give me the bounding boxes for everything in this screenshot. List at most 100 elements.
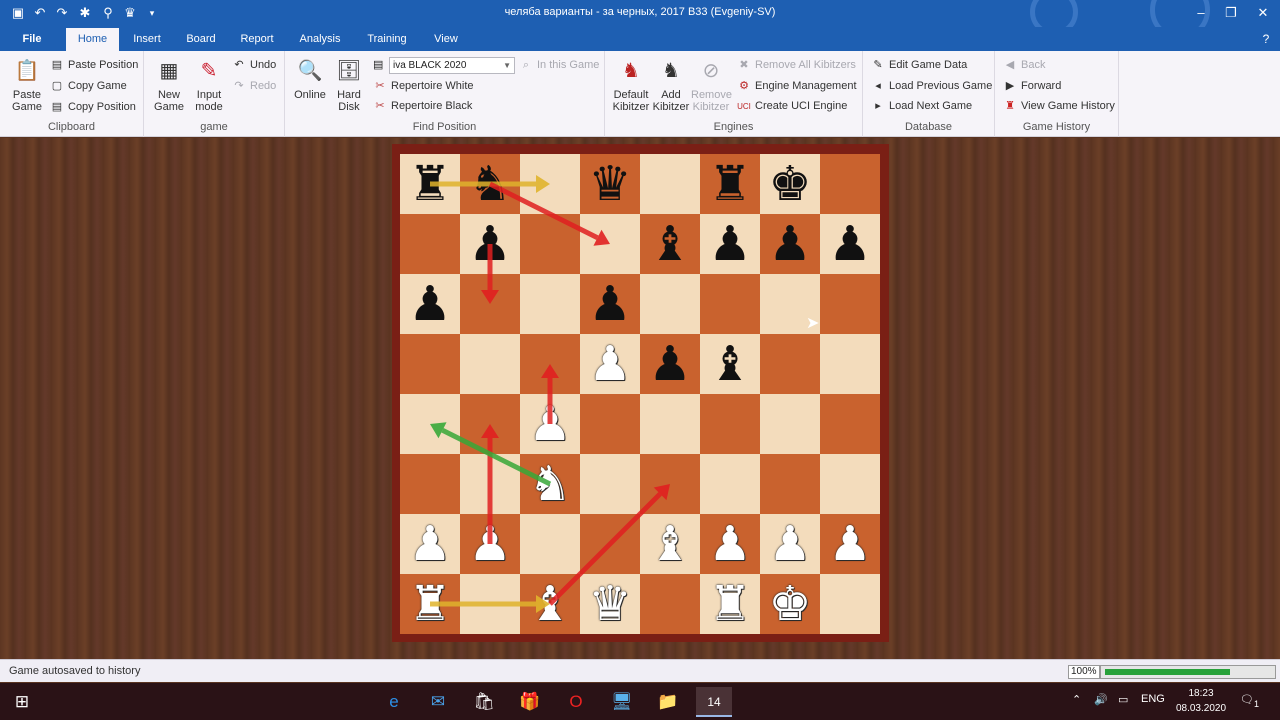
copy-position-button[interactable]: ▤ Copy Position bbox=[50, 98, 136, 116]
online-button[interactable]: 🔍 Online bbox=[289, 57, 331, 101]
computer-icon[interactable]: 🖥 bbox=[604, 687, 640, 717]
zoom-slider[interactable] bbox=[1100, 665, 1276, 679]
engine-management-button[interactable]: ⚙ Engine Management bbox=[737, 77, 857, 95]
volume-icon[interactable]: 🔊 bbox=[1094, 693, 1108, 706]
repertoire-white-label: Repertoire White bbox=[391, 80, 474, 92]
new-game-button[interactable]: ▦ New Game bbox=[148, 57, 190, 113]
load-next-game-button[interactable]: ▸ Load Next Game bbox=[871, 97, 972, 115]
edit-game-data-button[interactable]: ✎ Edit Game Data bbox=[871, 56, 967, 74]
tab-insert[interactable]: Insert bbox=[124, 28, 170, 51]
tab-analysis[interactable]: Analysis bbox=[292, 28, 348, 51]
close-button[interactable]: ✕ bbox=[1248, 3, 1278, 23]
repertoire-white-button[interactable]: ✂ Repertoire White bbox=[373, 77, 474, 95]
back-label: Back bbox=[1021, 59, 1046, 71]
forward-label: Forward bbox=[1021, 80, 1062, 92]
remove-all-kibitzers-button[interactable]: ✖ Remove All Kibitzers bbox=[737, 56, 855, 74]
default-kibitzer-button[interactable]: ♞ Default Kibitzer bbox=[611, 57, 651, 113]
redo-icon[interactable]: ↷ bbox=[52, 3, 72, 23]
more-icon[interactable]: ▾ bbox=[142, 3, 162, 23]
windows-start-icon[interactable]: ⊞ bbox=[4, 687, 40, 717]
status-message: Game autosaved to history bbox=[9, 665, 141, 677]
tab-file[interactable]: File bbox=[10, 28, 54, 51]
pen-icon: ✎ bbox=[200, 60, 218, 82]
gift-icon[interactable]: 🎁 bbox=[512, 687, 548, 717]
undo-button[interactable]: ↶ Undo bbox=[232, 56, 276, 74]
load-next-label: Load Next Game bbox=[889, 100, 973, 112]
move-arrow-c3-a4 bbox=[441, 428, 552, 487]
kibitzer-add-icon: ♞ bbox=[662, 60, 680, 82]
edge-icon[interactable]: e bbox=[376, 687, 412, 717]
tab-report[interactable]: Report bbox=[232, 28, 282, 51]
zoom-level[interactable]: 100% bbox=[1068, 665, 1100, 679]
ribbon: 📋 Paste Game ▤ Paste Position ▢ Copy Game … bbox=[0, 51, 1280, 137]
chevron-up-icon[interactable]: ⌃ bbox=[1072, 693, 1081, 706]
database-select[interactable]: iva BLACK 2020 ▼ bbox=[389, 57, 515, 74]
paste-game-button[interactable]: 📋 Paste Game bbox=[6, 57, 48, 113]
chessbase-icon[interactable]: 14 bbox=[696, 687, 732, 717]
hard-disk-label: Hard Disk bbox=[337, 89, 361, 113]
battery-icon[interactable]: ▭ bbox=[1118, 693, 1128, 706]
copy-icon: ▢ bbox=[51, 80, 63, 92]
load-previous-label: Load Previous Game bbox=[889, 80, 993, 92]
back-button[interactable]: ◀ Back bbox=[1003, 56, 1046, 74]
input-mode-button[interactable]: ✎ Input mode bbox=[190, 57, 228, 113]
create-uci-engine-button[interactable]: UCI Create UCI Engine bbox=[737, 97, 847, 115]
hard-disk-button[interactable]: 🗄 Hard Disk bbox=[331, 57, 367, 113]
in-this-game-label: In this Game bbox=[537, 59, 600, 71]
clock[interactable]: 18:23 08.03.2020 bbox=[1172, 686, 1230, 716]
database-group-label: Database bbox=[904, 121, 953, 133]
game-group-label: game bbox=[200, 121, 228, 133]
kibitzer-icon: ♞ bbox=[622, 60, 640, 82]
paste-icon: ▤ bbox=[51, 59, 63, 71]
bug-icon[interactable]: ✱ bbox=[75, 3, 95, 23]
clipboard-group-label: Clipboard bbox=[47, 121, 96, 133]
help-icon[interactable]: ? bbox=[1256, 29, 1276, 49]
tab-training[interactable]: Training bbox=[360, 28, 414, 51]
hat-icon[interactable]: ♛ bbox=[120, 3, 140, 23]
in-this-game-button[interactable]: ⌕ In this Game bbox=[519, 56, 599, 74]
redo-button[interactable]: ↷ Redo bbox=[232, 77, 276, 95]
clipboard-icon: 📋 bbox=[14, 60, 40, 82]
arrow-head-b2-b4 bbox=[481, 424, 499, 438]
undo-icon: ↶ bbox=[234, 59, 244, 71]
language-indicator[interactable]: ENG bbox=[1141, 693, 1165, 705]
repertoire-black-button[interactable]: ✂ Repertoire Black bbox=[373, 97, 472, 115]
arrow-head-c4-c5 bbox=[541, 364, 559, 378]
minimize-button[interactable]: – bbox=[1186, 3, 1216, 23]
pin-icon[interactable]: ⚲ bbox=[98, 3, 118, 23]
uci-icon: UCI bbox=[737, 102, 751, 111]
folder-icon[interactable]: 📁 bbox=[650, 687, 686, 717]
undo-icon[interactable]: ↶ bbox=[30, 3, 50, 23]
chessboard-icon: ▦ bbox=[159, 60, 179, 82]
view-history-label: View Game History bbox=[1021, 100, 1115, 112]
remove-kibitzer-label: Remove Kibitzer bbox=[691, 89, 732, 113]
database-icon: ▤ bbox=[373, 59, 384, 71]
opera-icon[interactable]: O bbox=[558, 687, 594, 717]
copy-game-button[interactable]: ▢ Copy Game bbox=[50, 77, 127, 95]
paste-position-button[interactable]: ▤ Paste Position bbox=[50, 56, 139, 74]
ribbon-tabs: File Home Insert Board Report Analysis T… bbox=[0, 27, 1280, 51]
engines-group-label: Engines bbox=[713, 121, 754, 133]
load-previous-game-button[interactable]: ◂ Load Previous Game bbox=[871, 77, 992, 95]
add-kibitzer-button[interactable]: ♞ Add Kibitzer bbox=[652, 57, 690, 113]
tab-board[interactable]: Board bbox=[178, 28, 224, 51]
remove-kibitzer-button[interactable]: ⊘ Remove Kibitzer bbox=[691, 57, 732, 113]
mail-icon[interactable]: ✉ bbox=[420, 687, 456, 717]
move-arrow-c1-e3 bbox=[548, 492, 662, 606]
search-icon: ⌕ bbox=[522, 59, 530, 71]
forward-button[interactable]: ▶ Forward bbox=[1003, 77, 1062, 95]
game-group: ▦ New Game ✎ Input mode ↶ Undo ↷ Redo game bbox=[144, 51, 285, 137]
view-game-history-button[interactable]: ♜ View Game History bbox=[1003, 97, 1115, 115]
tab-home[interactable]: Home bbox=[66, 28, 119, 51]
notifications-icon[interactable]: 🗨 bbox=[1240, 693, 1254, 706]
board-area: ♜ ♞ ♛ ♜ ♚ ♟ ♝ ♟ ♟ ♟ ♟ ♟ ♟ ♟ ♝ ♟ ♞ ♟ ♟ ♝ ♟ ♟ ♟ ♜ ♝ ♛ ♜ ♚ ➤ bbox=[0, 138, 1280, 659]
arrow-head-a1-c1 bbox=[536, 595, 550, 613]
tab-view[interactable]: View bbox=[424, 28, 468, 51]
clipboard-group: 📋 Paste Game ▤ Paste Position ▢ Copy Game … bbox=[0, 51, 144, 137]
save-icon[interactable]: ▣ bbox=[8, 3, 28, 23]
restore-button[interactable]: ❐ bbox=[1216, 3, 1246, 23]
engine-management-label: Engine Management bbox=[755, 80, 857, 92]
back-icon: ◀ bbox=[1005, 59, 1015, 71]
store-icon[interactable]: 🛍 bbox=[466, 687, 502, 717]
engine-icon: ⚙ bbox=[739, 80, 749, 92]
